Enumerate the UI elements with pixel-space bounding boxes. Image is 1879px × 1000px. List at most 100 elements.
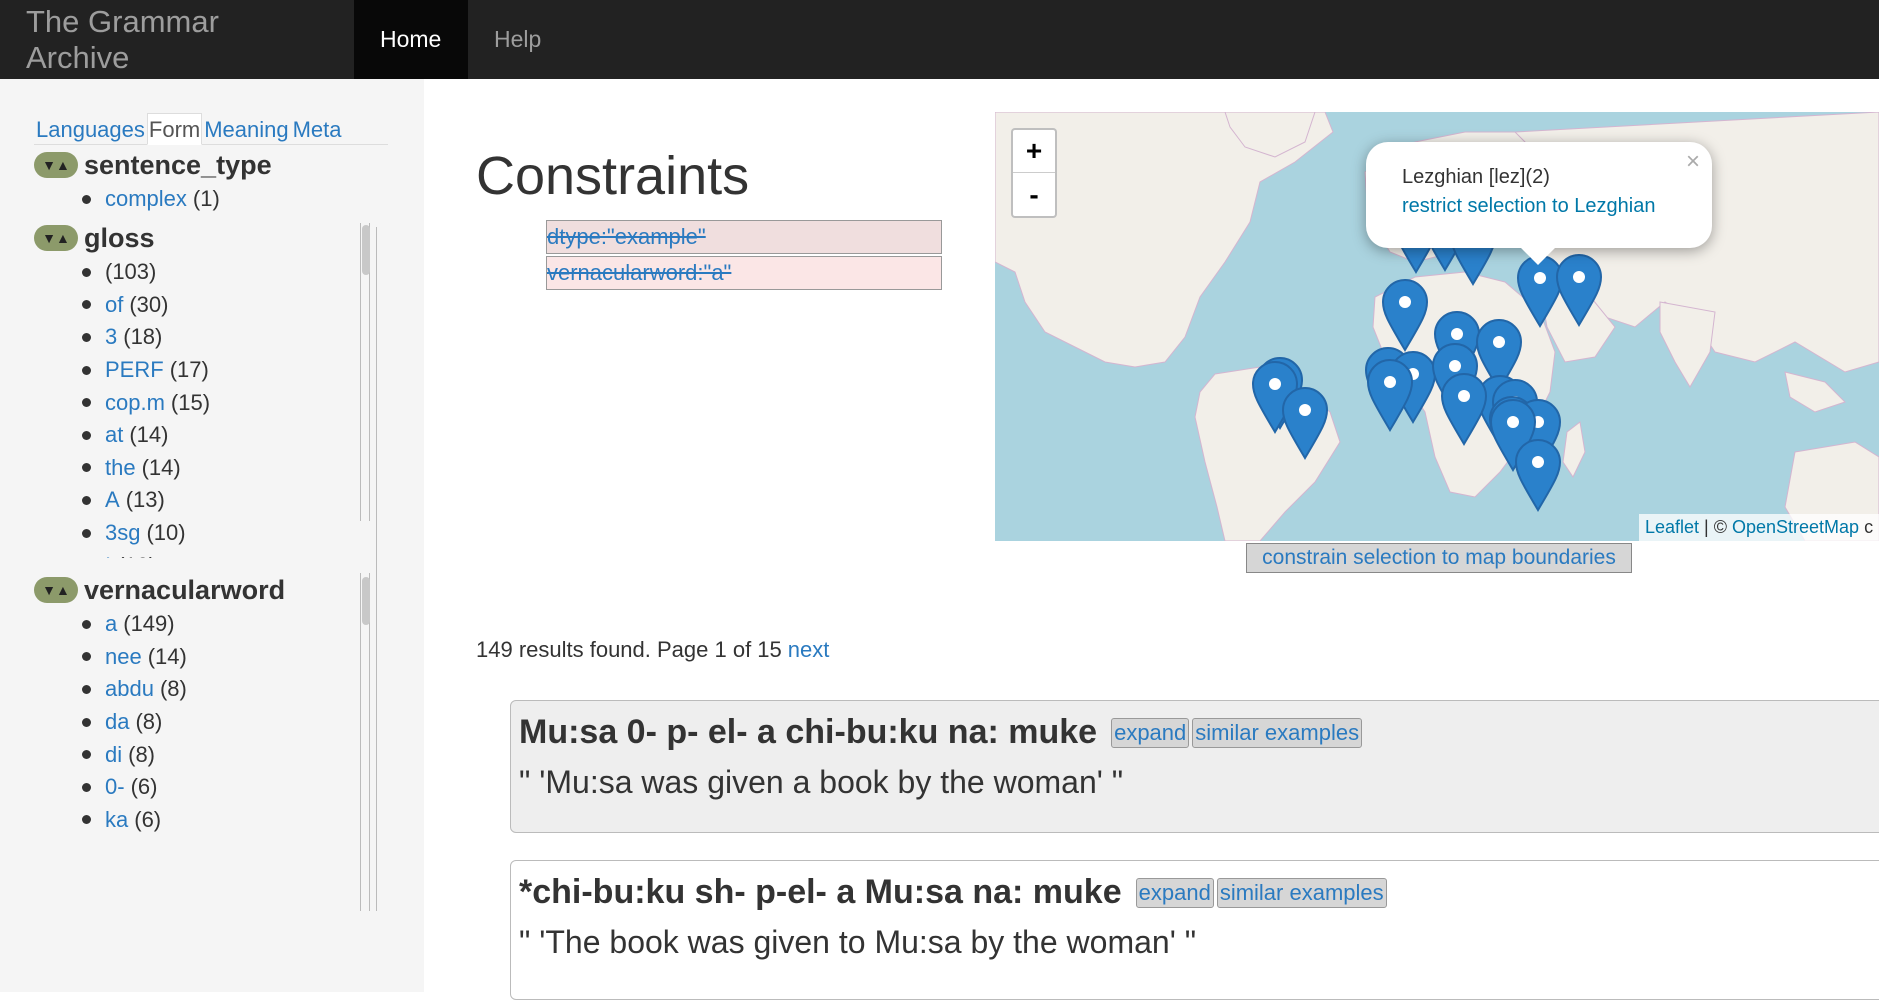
sidebar: Languages Form Meaning Meta ▼▲ sentence_… <box>0 79 424 992</box>
triangle-toggle-icon[interactable]: ▼▲ <box>34 577 78 603</box>
list-item: of (30) <box>82 289 379 322</box>
similar-examples-button[interactable]: similar examples <box>1192 717 1363 748</box>
list-item: the (14) <box>82 452 379 485</box>
example-vernacular: Mu:sa 0- p- el- a chi-bu:ku na: muke <box>519 713 1098 751</box>
facet-count: (8) <box>135 709 163 735</box>
facet-title: sentence_type <box>84 149 272 180</box>
sidebar-scrollbar[interactable] <box>376 227 384 911</box>
map[interactable]: + - × Lezghian [lez](2) restrict selecti… <box>995 112 1879 541</box>
scrollbar-thumb[interactable] <box>362 577 370 625</box>
facet-term-link[interactable]: at <box>105 419 123 451</box>
list-item: at (14) <box>82 419 379 452</box>
facet-term-link[interactable]: ka <box>105 804 128 836</box>
restrict-selection-link[interactable]: restrict selection to Lezghian <box>1402 195 1655 217</box>
facet-term-link[interactable]: PERF <box>105 354 164 386</box>
facet-term-link[interactable]: of <box>105 289 123 321</box>
close-icon[interactable]: × <box>1686 148 1700 176</box>
attribution-tail: c <box>1859 517 1874 537</box>
facet-term-link[interactable]: A <box>105 484 120 516</box>
facet-list: (103) of (30) 3 (18) PERF (17) cop.m (15) at… <box>34 256 379 558</box>
facet-count: (15) <box>170 389 211 415</box>
list-item: A (13) <box>82 484 379 517</box>
list-item: nee (14) <box>82 641 379 674</box>
example-translation: " 'Mu:sa was given a book by the woman' … <box>519 764 1124 800</box>
facet-count: (18) <box>123 324 163 350</box>
bullet-icon <box>82 495 91 505</box>
facet-count: (14) <box>141 454 181 480</box>
constraint-chip-vernacularword[interactable]: vernacularword:"a" <box>546 256 942 290</box>
results-summary: 149 results found. Page 1 of 15 next <box>476 637 829 663</box>
facet-term-link[interactable]: 3sg <box>105 517 140 549</box>
bullet-icon <box>82 194 91 204</box>
leaflet-link[interactable]: Leaflet <box>1645 517 1699 537</box>
tab-form[interactable]: Form <box>146 113 203 145</box>
map-attribution: Leaflet | © OpenStreetMap c <box>1639 514 1879 541</box>
facet-sentence-type: ▼▲ sentence_type complex (1) <box>34 147 379 216</box>
results-count: 149 results found. Page 1 of 15 <box>476 637 782 662</box>
facet-term-link[interactable]: I <box>105 550 111 558</box>
facet-count: (13) <box>125 487 165 513</box>
facet-header[interactable]: ▼▲ gloss <box>34 220 379 256</box>
bullet-icon <box>82 782 91 792</box>
tab-meta[interactable]: Meta <box>291 113 344 145</box>
similar-examples-button[interactable]: similar examples <box>1216 877 1387 908</box>
list-item: cop.m (15) <box>82 386 379 419</box>
facet-term-link[interactable]: complex <box>105 183 187 215</box>
top-navbar: The Grammar Archive Home Help <box>0 0 1879 79</box>
zoom-in-button[interactable]: + <box>1013 130 1055 173</box>
facet-list: a (149) nee (14) abdu (8) da (8) di (8) 0- (6)… <box>34 608 379 852</box>
facet-term-link[interactable]: abdu <box>105 673 154 705</box>
facet-count: (6) <box>134 806 162 832</box>
facet-header[interactable]: ▼▲ sentence_type <box>34 147 379 183</box>
facet-term-link[interactable]: cop.m <box>105 387 165 419</box>
nav-help[interactable]: Help <box>468 0 567 79</box>
list-item: 3sg (10) <box>82 517 379 550</box>
example-card: Mu:sa 0- p- el- a chi-bu:ku na: muke exp… <box>510 700 1879 833</box>
expand-button[interactable]: expand <box>1135 877 1214 908</box>
scrollbar-thumb[interactable] <box>362 225 370 275</box>
bullet-icon <box>82 398 91 408</box>
facet-tabs: Languages Form Meaning Meta <box>34 113 388 145</box>
facet-term-link[interactable]: the <box>105 452 136 484</box>
osm-link[interactable]: OpenStreetMap <box>1732 517 1859 537</box>
zoom-out-button[interactable]: - <box>1013 173 1055 216</box>
facet-count: (8) <box>159 676 187 702</box>
triangle-toggle-icon[interactable]: ▼▲ <box>34 152 78 178</box>
bullet-icon <box>82 332 91 342</box>
list-item: PERF (17) <box>82 354 379 387</box>
bullet-icon <box>82 652 91 662</box>
example-header: Mu:sa 0- p- el- a chi-bu:ku na: muke exp… <box>519 713 1879 752</box>
brand-title[interactable]: The Grammar Archive <box>0 0 354 79</box>
next-page-link[interactable]: next <box>788 637 830 662</box>
facet-term-link[interactable]: 3 <box>105 321 117 353</box>
facet-count: (14) <box>147 643 187 669</box>
vernacularword-scrollbar[interactable] <box>360 573 370 911</box>
facet-count: (149) <box>123 611 175 637</box>
tab-languages[interactable]: Languages <box>34 113 147 145</box>
facet-term-link[interactable]: da <box>105 706 129 738</box>
constraint-chip-dtype[interactable]: dtype:"example" <box>546 220 942 254</box>
bullet-icon <box>82 717 91 727</box>
facet-count: (17) <box>169 357 209 383</box>
bullet-icon <box>82 815 91 825</box>
facet-term-link[interactable]: nee <box>105 641 142 673</box>
nav-home[interactable]: Home <box>354 0 468 79</box>
triangle-toggle-icon[interactable]: ▼▲ <box>34 225 78 251</box>
facet-count: (14) <box>129 422 169 448</box>
gloss-scrollbar[interactable] <box>360 223 370 521</box>
expand-button[interactable]: expand <box>1111 717 1190 748</box>
tab-meaning[interactable]: Meaning <box>202 113 290 145</box>
map-marker <box>1366 359 1414 432</box>
facet-count: (6) <box>130 774 158 800</box>
facet-count: (10) <box>117 550 156 558</box>
facet-panel: ▼▲ sentence_type complex (1) ▼▲ gloss (10… <box>34 147 390 911</box>
constrain-map-button[interactable]: constrain selection to map boundaries <box>1246 543 1632 573</box>
facet-vernacularword: ▼▲ vernacularword a (149) nee (14) abdu (8)… <box>34 572 379 852</box>
facet-term-link[interactable]: a <box>105 608 117 640</box>
list-item: (103) <box>82 256 379 289</box>
facet-header[interactable]: ▼▲ vernacularword <box>34 572 379 608</box>
facet-title: gloss <box>84 222 155 253</box>
facet-term-link[interactable]: 0- <box>105 771 125 803</box>
facet-count: (10) <box>146 520 186 546</box>
facet-term-link[interactable]: di <box>105 739 122 771</box>
